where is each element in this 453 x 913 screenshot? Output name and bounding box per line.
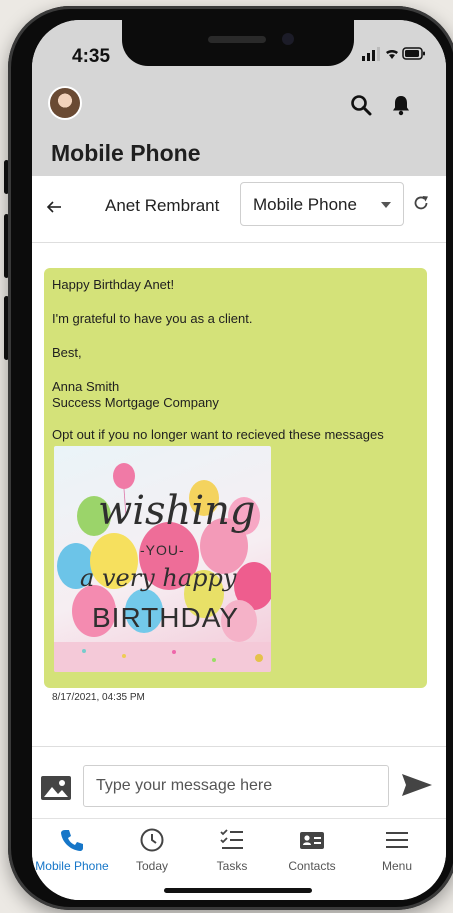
send-icon[interactable] [401,773,433,797]
checklist-icon [220,829,243,849]
contact-card-icon [300,832,324,849]
status-time: 4:35 [72,46,111,67]
status-icons [362,47,425,61]
page-title: Mobile Phone [51,140,201,166]
card-text-very-happy: a very happy [80,564,237,592]
message-line: I'm grateful to have you as a client. [52,311,253,326]
conversation-header: Anet Rembrant Mobile Phone [32,176,446,243]
composer [32,746,446,819]
tab-label: Menu [381,859,413,873]
front-camera [282,33,294,45]
tab-label: Tasks [216,859,248,873]
message-timestamp: 8/17/2021, 04:35 PM [52,692,145,703]
bell-icon[interactable] [390,94,412,116]
message-input[interactable] [83,765,389,807]
clock-icon [140,828,164,852]
phone-icon [61,830,83,851]
card-text-birthday: BIRTHDAY [92,602,239,633]
search-icon[interactable] [350,94,372,116]
channel-select-value: Mobile Phone [253,195,357,214]
birthday-card-image[interactable]: wishing -YOU- a very happy BIRTHDAY [54,446,271,672]
wifi-icon [386,50,398,59]
chevron-down-icon [381,202,391,208]
message-line: Opt out if you no longer want to recieve… [52,427,384,442]
tab-mobile-phone[interactable]: Mobile Phone [32,827,112,873]
message-line: Anna Smith [52,379,120,394]
hamburger-icon [386,832,408,848]
tab-label: Mobile Phone [35,859,109,873]
image-icon[interactable] [40,775,72,801]
tab-label: Today [135,859,169,873]
channel-select[interactable]: Mobile Phone [240,182,404,226]
avatar[interactable] [50,88,80,118]
tab-today[interactable]: Today [112,827,192,873]
tab-label: Contacts [288,859,336,873]
contact-name: Anet Rembrant [105,196,220,215]
speaker [208,36,266,43]
screen: 4:35 Mobile Phone Anet Rembrant Mobile P… [32,20,446,900]
back-arrow-icon[interactable] [46,200,62,214]
message-line: Best, [52,345,82,360]
tab-tasks[interactable]: Tasks [192,827,272,873]
phone-frame: 4:35 Mobile Phone Anet Rembrant Mobile P… [8,6,453,910]
battery-icon [402,47,425,60]
signal-icon [362,47,380,61]
notch [122,20,354,66]
refresh-icon[interactable] [412,194,430,212]
message-line: Happy Birthday Anet! [52,277,175,292]
tab-contacts[interactable]: Contacts [272,827,352,873]
card-text-wishing: wishing [98,488,256,534]
tab-menu[interactable]: Menu [357,827,437,873]
balloons-illustration [54,463,271,672]
message-line: Success Mortgage Company [52,395,219,410]
message-bubble: Happy Birthday Anet! I'm grateful to hav… [44,268,427,688]
card-text-you: -YOU- [140,542,185,558]
home-indicator[interactable] [164,888,312,893]
